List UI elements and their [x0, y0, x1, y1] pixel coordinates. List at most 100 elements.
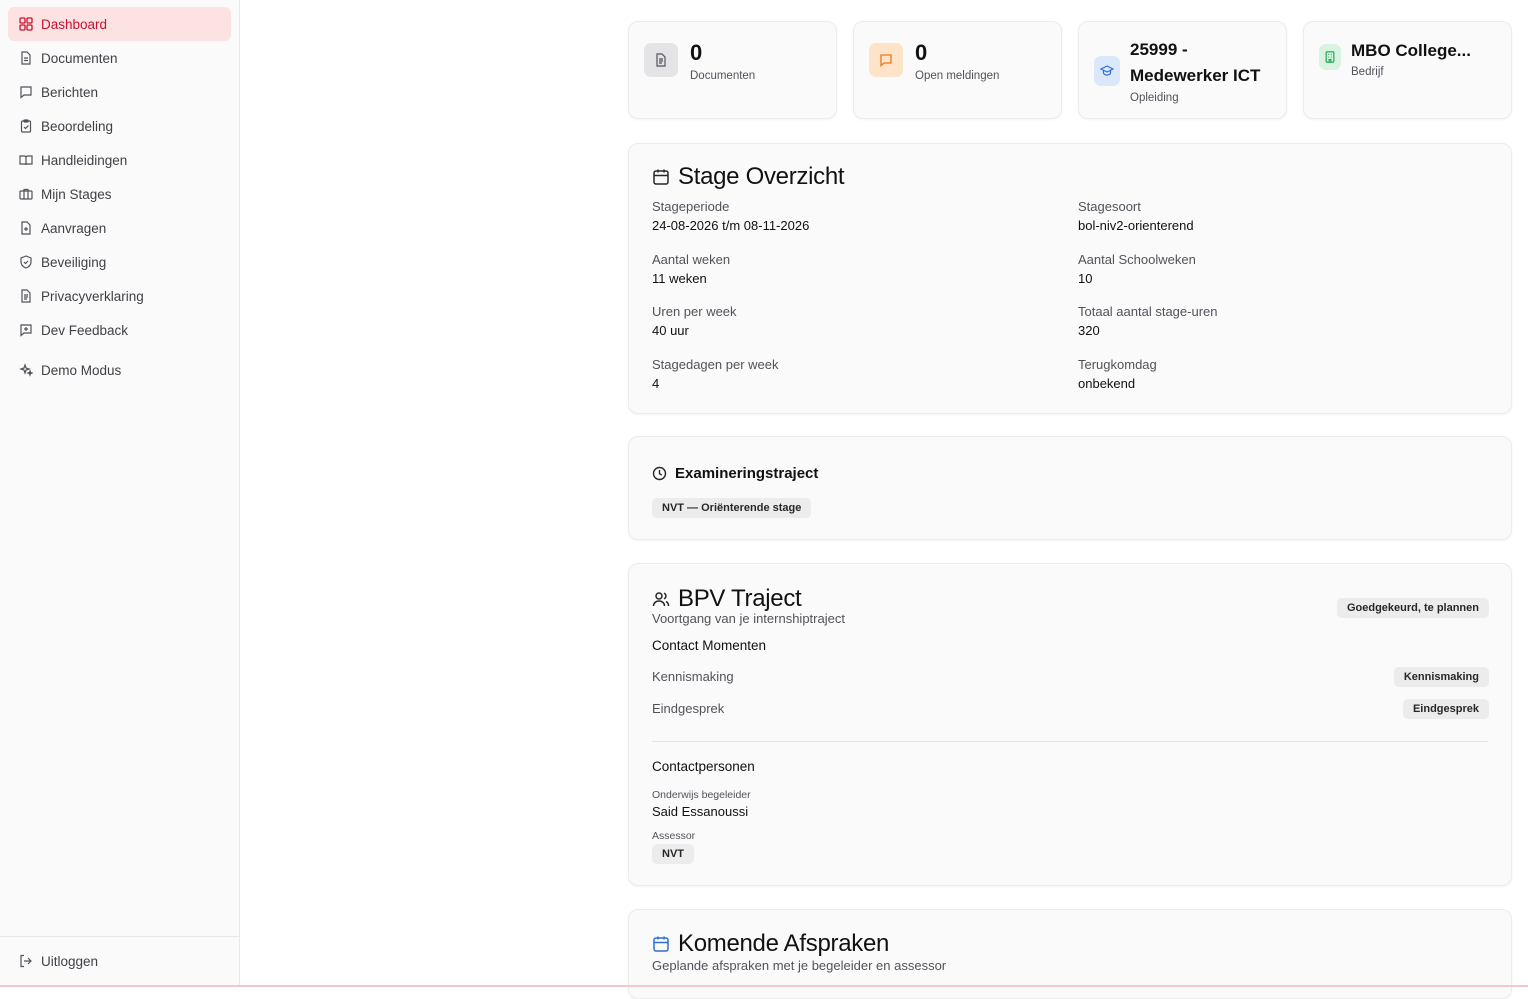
field-value: bol-niv2-orienterend	[1078, 218, 1194, 233]
appointments-title: Komende Afspraken	[678, 930, 889, 958]
grid-icon	[19, 17, 33, 31]
field-value: 4	[652, 376, 659, 391]
education-label: Opleiding	[1130, 92, 1179, 104]
documents-count: 0	[690, 40, 702, 66]
shield-icon	[19, 255, 33, 269]
field-value: onbekend	[1078, 376, 1135, 391]
sidebar-item-label: Dev Feedback	[41, 323, 128, 338]
appointments-subtitle: Geplande afspraken met je begeleider en …	[652, 958, 946, 973]
sidebar-item-berichten[interactable]: Berichten	[8, 75, 231, 109]
sidebar-item-beveiliging[interactable]: Beveiliging	[8, 245, 231, 279]
book-icon	[19, 153, 33, 167]
contact-moments-title: Contact Momenten	[652, 638, 766, 653]
moment-badge: Eindgesprek	[1403, 699, 1489, 719]
logout-icon	[19, 954, 33, 968]
sidebar-item-mijn-stages[interactable]: Mijn Stages	[8, 177, 231, 211]
open-reports-count: 0	[915, 40, 927, 66]
logout-label: Uitloggen	[41, 954, 98, 969]
education-code: 25999 -	[1130, 37, 1188, 63]
sparkles-icon	[19, 363, 33, 377]
sidebar-item-label: Handleidingen	[41, 153, 127, 168]
sidebar-item-label: Dashboard	[41, 17, 107, 32]
clock-icon	[652, 466, 667, 481]
field-label: Stagesoort	[1078, 199, 1141, 214]
field-label: Aantal Schoolweken	[1078, 252, 1196, 267]
bpv-title: BPV Traject	[678, 585, 801, 613]
file-text-icon	[19, 289, 33, 303]
field-value: 40 uur	[652, 323, 689, 338]
exam-heading: Examineringstraject	[652, 465, 818, 482]
moment-label: Eindgesprek	[652, 701, 724, 716]
field-label: Uren per week	[652, 304, 737, 319]
file-plus-icon	[19, 221, 33, 235]
field-value: 24-08-2026 t/m 08-11-2026	[652, 218, 809, 233]
field-label: Stagedagen per week	[652, 357, 778, 372]
sidebar-item-beoordeling[interactable]: Beoordeling	[8, 109, 231, 143]
divider	[652, 741, 1488, 742]
logout-button[interactable]: Uitloggen	[8, 944, 231, 978]
education-name: Medewerker ICT	[1130, 63, 1260, 89]
sidebar-item-label: Demo Modus	[41, 363, 121, 378]
stat-card-documents[interactable]: 0 Documenten	[628, 21, 837, 119]
field-label: Terugkomdag	[1078, 357, 1157, 372]
sidebar-footer: Uitloggen	[0, 936, 239, 987]
field-label: Aantal weken	[652, 252, 730, 267]
sidebar-item-aanvragen[interactable]: Aanvragen	[8, 211, 231, 245]
sidebar-nav: Dashboard Documenten Berichten Beoordeli…	[0, 0, 239, 387]
sidebar-item-label: Aanvragen	[41, 221, 106, 236]
message-plus-icon	[19, 323, 33, 337]
stage-overview-heading: Stage Overzicht	[652, 163, 844, 191]
company-label: Bedrijf	[1351, 66, 1384, 78]
file-icon	[644, 43, 678, 77]
stage-overview-card: Stage Overzicht Stageperiode 24-08-2026 …	[628, 143, 1512, 414]
sidebar-item-handleidingen[interactable]: Handleidingen	[8, 143, 231, 177]
sidebar-item-dev-feedback[interactable]: Dev Feedback	[8, 313, 231, 347]
stat-card-company[interactable]: MBO College... Bedrijf	[1303, 21, 1512, 119]
exam-badge: NVT — Oriënterende stage	[652, 498, 811, 518]
exam-title: Examineringstraject	[675, 465, 818, 482]
file-icon	[19, 51, 33, 65]
moment-badge: Kennismaking	[1394, 667, 1489, 687]
sidebar-item-label: Beveiliging	[41, 255, 106, 270]
sidebar: Dashboard Documenten Berichten Beoordeli…	[0, 0, 240, 987]
teacher-name: Said Essanoussi	[652, 804, 748, 819]
bpv-card: BPV Traject Voortgang van je internshipt…	[628, 563, 1512, 886]
moment-label: Kennismaking	[652, 669, 734, 684]
appointments-heading: Komende Afspraken	[652, 930, 889, 958]
building-icon	[1319, 44, 1341, 70]
assessor-label: Assessor	[652, 830, 695, 842]
field-value: 10	[1078, 271, 1092, 286]
bpv-subtitle: Voortgang van je internshiptraject	[652, 611, 845, 626]
calendar-icon	[652, 168, 670, 186]
stat-card-education[interactable]: 25999 - Medewerker ICT Opleiding	[1078, 21, 1287, 119]
sidebar-item-dashboard[interactable]: Dashboard	[8, 7, 231, 41]
stage-overview-title: Stage Overzicht	[678, 163, 844, 191]
sidebar-item-label: Berichten	[41, 85, 98, 100]
sidebar-item-label: Documenten	[41, 51, 118, 66]
message-icon	[19, 85, 33, 99]
teacher-label: Onderwijs begeleider	[652, 789, 751, 801]
sidebar-item-demo-modus[interactable]: Demo Modus	[8, 353, 231, 387]
field-value: 320	[1078, 323, 1100, 338]
sidebar-item-label: Beoordeling	[41, 119, 113, 134]
field-label: Stageperiode	[652, 199, 729, 214]
documents-label: Documenten	[690, 70, 755, 82]
exam-card: Examineringstraject NVT — Oriënterende s…	[628, 436, 1512, 540]
company-name: MBO College...	[1351, 38, 1471, 64]
assessor-badge: NVT	[652, 844, 694, 864]
sidebar-item-label: Privacyverklaring	[41, 289, 144, 304]
sidebar-item-privacyverklaring[interactable]: Privacyverklaring	[8, 279, 231, 313]
contacts-title: Contactpersonen	[652, 759, 755, 774]
clipboard-check-icon	[19, 119, 33, 133]
bpv-status-badge: Goedgekeurd, te plannen	[1337, 598, 1489, 618]
sidebar-item-documenten[interactable]: Documenten	[8, 41, 231, 75]
calendar-icon	[652, 935, 670, 953]
users-icon	[652, 590, 670, 608]
message-icon	[869, 43, 903, 77]
field-value: 11 weken	[652, 271, 707, 286]
field-label: Totaal aantal stage-uren	[1078, 304, 1217, 319]
graduation-cap-icon	[1094, 56, 1120, 86]
sidebar-item-label: Mijn Stages	[41, 187, 112, 202]
bpv-heading: BPV Traject	[652, 585, 801, 613]
stat-card-open-reports[interactable]: 0 Open meldingen	[853, 21, 1062, 119]
